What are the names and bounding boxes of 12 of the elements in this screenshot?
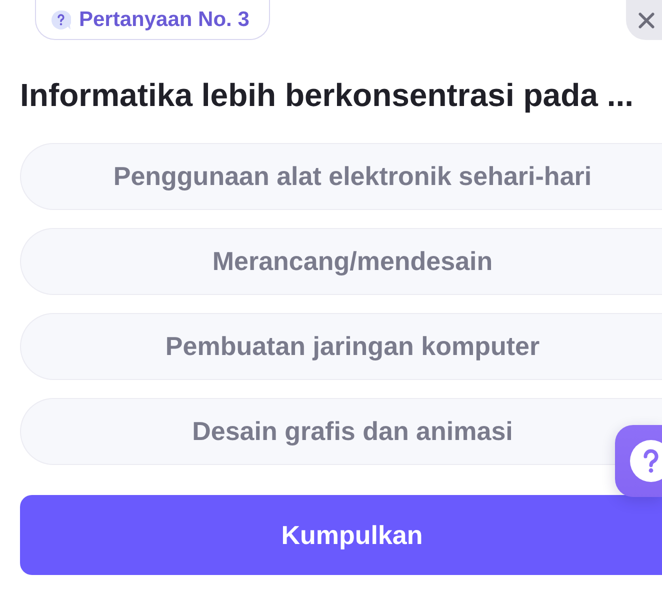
answer-option[interactable]: Merancang/mendesain xyxy=(20,228,662,295)
close-button[interactable] xyxy=(626,0,662,40)
question-text: Informatika lebih berkonsentrasi pada ... xyxy=(19,76,634,114)
close-icon xyxy=(638,12,654,28)
question-bubble-icon xyxy=(51,10,71,30)
answer-option[interactable]: Pembuatan jaringan komputer xyxy=(20,313,662,380)
question-number: Pertanyaan No. 3 xyxy=(79,8,250,32)
answer-option[interactable]: Desain grafis dan animasi xyxy=(20,398,662,465)
submit-button[interactable]: Kumpulkan xyxy=(20,495,662,575)
help-button[interactable] xyxy=(615,425,662,497)
answer-option[interactable]: Penggunaan alat elektronik sehari-hari xyxy=(20,143,662,210)
help-icon xyxy=(630,440,662,482)
